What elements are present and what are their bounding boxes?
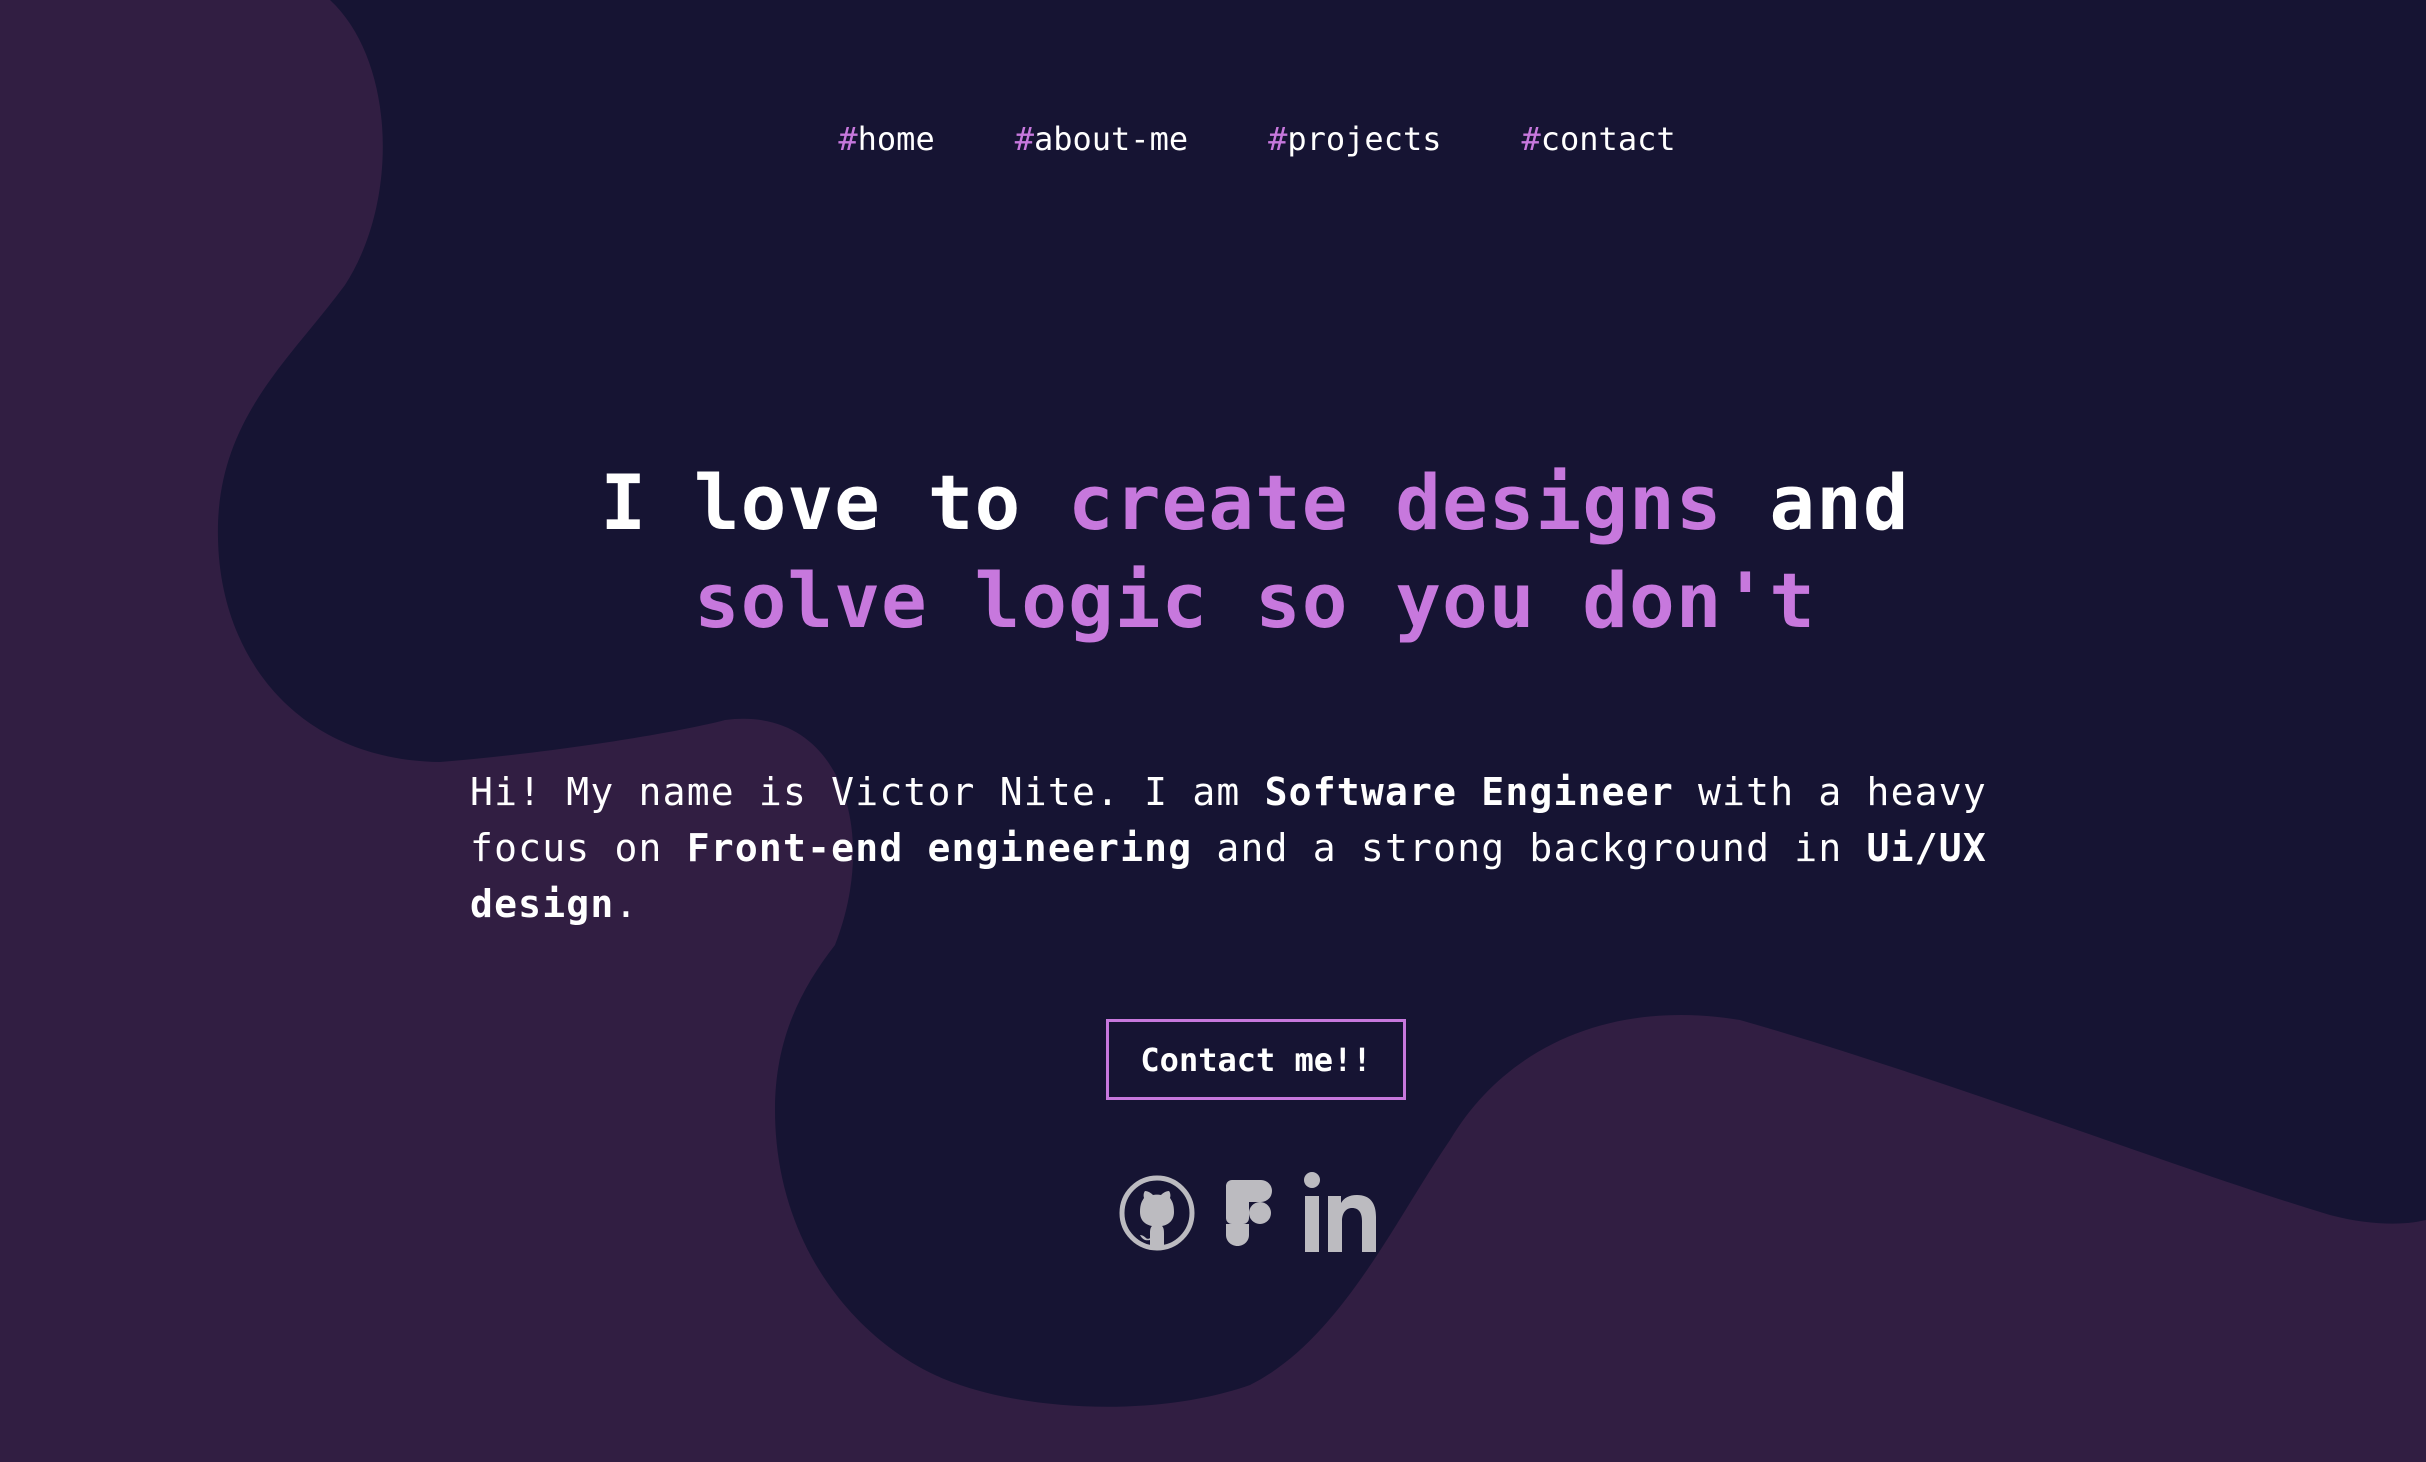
- nav-label-contact: contact: [1540, 120, 1676, 158]
- desc-highlight: Front-end engineering: [686, 826, 1193, 870]
- linkedin-icon: [1304, 1172, 1376, 1252]
- nav-hash: #: [1268, 120, 1288, 158]
- hero-title-accent: solve logic so you don't: [693, 556, 1817, 645]
- nav-hash: #: [1521, 120, 1541, 158]
- hero-description: Hi! My name is Victor Nite. I am Softwar…: [470, 764, 2090, 932]
- nav-link-projects[interactable]: #projects: [1268, 120, 1441, 158]
- nav-hash: #: [1014, 120, 1034, 158]
- nav-label-home: home: [857, 120, 935, 158]
- nav-hash: #: [838, 120, 858, 158]
- hero-title-accent: create designs: [1067, 458, 1723, 547]
- hero-title: I love to create designs and solve logic …: [0, 454, 2426, 650]
- contact-me-button[interactable]: Contact me!!: [1106, 1019, 1406, 1100]
- desc-text: Hi! My name is Victor Nite. I am: [470, 770, 1265, 814]
- desc-text: and a strong background in: [1192, 826, 1867, 870]
- social-links: [1118, 1172, 1378, 1254]
- nav-link-contact[interactable]: #contact: [1521, 120, 1675, 158]
- figma-link[interactable]: [1224, 1178, 1274, 1248]
- figma-icon: [1226, 1180, 1272, 1246]
- nav-link-about-me[interactable]: #about-me: [1015, 120, 1188, 158]
- top-nav: #home #about-me #projects #contact: [0, 120, 2426, 158]
- desc-highlight: Software Engineer: [1264, 770, 1674, 814]
- hero-title-text: I love to: [600, 458, 1068, 547]
- github-link[interactable]: [1118, 1174, 1196, 1252]
- linkedin-link[interactable]: [1302, 1172, 1378, 1254]
- nav-label-about-me: about-me: [1033, 120, 1189, 158]
- desc-text: .: [614, 882, 639, 926]
- nav-label-projects: projects: [1287, 120, 1442, 158]
- nav-link-home[interactable]: #home: [838, 120, 934, 158]
- github-icon: [1119, 1175, 1195, 1251]
- hero-title-text: and: [1722, 458, 1910, 547]
